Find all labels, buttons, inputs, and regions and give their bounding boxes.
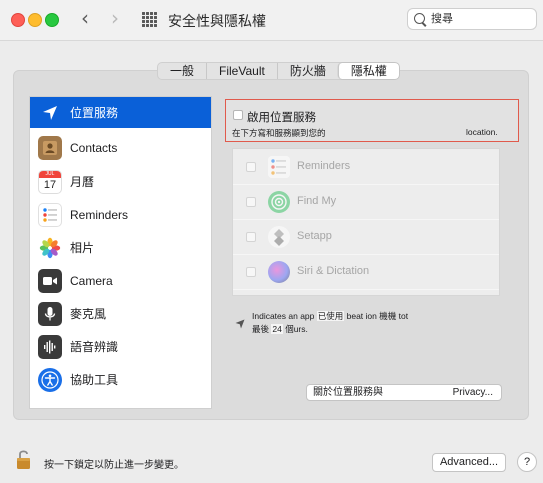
back-button[interactable]: ‹: [74, 8, 96, 30]
location-arrow-icon: [235, 316, 245, 329]
contacts-icon: [38, 135, 62, 160]
tab-filevault[interactable]: FileVault: [206, 63, 277, 79]
app-name: Find My: [297, 195, 337, 207]
location-usage-note-line2: 最後 24 個urs.: [252, 323, 308, 335]
sidebar-item-photos[interactable]: 相片: [30, 232, 211, 263]
sidebar-item-label: 麥克風: [70, 307, 107, 321]
location-apps-list: Reminders Find My Setapp Siri & Dictatio…: [232, 148, 500, 296]
enable-location-services-section: 啟用位置服務 在下方寫和服務顯到您的 location.: [225, 99, 519, 142]
photos-icon: [38, 236, 62, 260]
lock-icon[interactable]: [15, 448, 35, 472]
sidebar-item-label: 月曆: [70, 175, 95, 189]
zoom-window-button[interactable]: [45, 13, 59, 27]
sidebar-item-reminders[interactable]: Reminders: [30, 199, 211, 230]
camera-icon: [38, 268, 62, 293]
sidebar-item-label: 語音辨識: [70, 340, 119, 354]
siri-icon: [268, 261, 290, 283]
sidebar-item-calendar[interactable]: JUL 17 月曆: [30, 166, 211, 197]
enable-location-services-label[interactable]: 啟用位置服務: [247, 109, 316, 125]
accessibility-icon: [38, 367, 62, 392]
sidebar-item-label: 位置服務: [70, 106, 119, 120]
tab-general[interactable]: 一般: [158, 63, 206, 79]
location-description-left: 在下方寫和服務顯到您的: [232, 128, 326, 138]
microphone-icon: [38, 301, 62, 326]
app-row-setapp: Setapp: [233, 219, 499, 255]
speech-recognition-icon: [38, 334, 62, 359]
sidebar-item-microphone[interactable]: 麥克風: [30, 298, 211, 329]
app-checkbox[interactable]: [246, 232, 256, 242]
sidebar-item-label: Camera: [70, 273, 113, 288]
calendar-day: 17: [43, 178, 57, 191]
note-text: beat ion: [344, 311, 380, 321]
sidebar-item-label: 協助工具: [70, 373, 119, 387]
sidebar-item-camera[interactable]: Camera: [30, 265, 211, 296]
app-checkbox[interactable]: [246, 267, 256, 277]
location-usage-note: Indicates an app 已使用 beat ion 機機 tot: [252, 310, 408, 322]
reminders-icon: [38, 202, 62, 227]
app-checkbox[interactable]: [246, 162, 256, 172]
app-row-siri-dictation: Siri & Dictation: [233, 254, 499, 290]
sidebar-item-speech-recognition[interactable]: 語音辨識: [30, 331, 211, 362]
app-name: Reminders: [297, 160, 351, 172]
tab-bar: 一般 FileVault 防火牆 隱私權: [157, 62, 400, 80]
sidebar-item-location-services[interactable]: 位置服務: [30, 97, 211, 128]
tab-privacy[interactable]: 隱私權: [337, 63, 399, 79]
note-text: 機機 tot: [379, 311, 409, 321]
note-text: 最後: [252, 324, 272, 334]
search-icon: [414, 13, 425, 24]
calendar-icon: JUL 17: [38, 169, 62, 194]
note-text: 24: [271, 324, 283, 334]
sidebar-item-label: Contacts: [70, 140, 118, 155]
minimize-window-button[interactable]: [28, 13, 42, 27]
about-location-privacy-button[interactable]: 關於位置服務與 Privacy...: [306, 384, 502, 401]
about-button-label-left: 關於位置服務與: [313, 387, 383, 398]
calendar-month: JUL: [39, 170, 61, 178]
tab-firewall[interactable]: 防火牆: [276, 63, 338, 79]
location-description-right: location.: [466, 127, 498, 137]
find-my-icon: [268, 191, 290, 213]
title-bar: ‹ › 安全性與隱私權: [0, 0, 543, 41]
app-row-find-my: Find My: [233, 184, 499, 220]
search-input[interactable]: [431, 11, 531, 27]
enable-location-services-checkbox[interactable]: [233, 110, 243, 120]
app-name: Setapp: [297, 230, 332, 242]
privacy-category-list: 位置服務 Contacts JUL 17 月曆 Reminders 相片 Cam…: [29, 96, 212, 409]
app-row-reminders: Reminders: [233, 149, 499, 185]
window-title: 安全性與隱私權: [168, 13, 266, 29]
app-name: Siri & Dictation: [297, 265, 370, 277]
sidebar-item-label: Reminders: [70, 207, 129, 222]
note-text: Indicates an app: [252, 311, 317, 321]
app-checkbox[interactable]: [246, 197, 256, 207]
sidebar-item-accessibility[interactable]: 協助工具: [30, 364, 211, 395]
reminders-icon: [268, 156, 290, 178]
about-button-label-right: Privacy...: [452, 387, 493, 398]
advanced-button[interactable]: Advanced...: [432, 453, 506, 472]
sidebar-item-label: 相片: [70, 241, 95, 255]
show-all-grid-icon[interactable]: [142, 12, 157, 27]
lock-instruction-text: 按一下鎖定以防止進一步變更。: [44, 460, 184, 471]
note-text: 個urs.: [282, 324, 308, 334]
forward-button[interactable]: ›: [104, 8, 126, 30]
close-window-button[interactable]: [11, 13, 25, 27]
location-arrow-icon: [38, 101, 62, 125]
note-text: 已使用: [316, 311, 345, 321]
setapp-icon: [268, 226, 290, 248]
search-field[interactable]: [407, 8, 537, 30]
sidebar-item-contacts[interactable]: Contacts: [30, 132, 211, 163]
help-button[interactable]: ?: [517, 452, 537, 472]
